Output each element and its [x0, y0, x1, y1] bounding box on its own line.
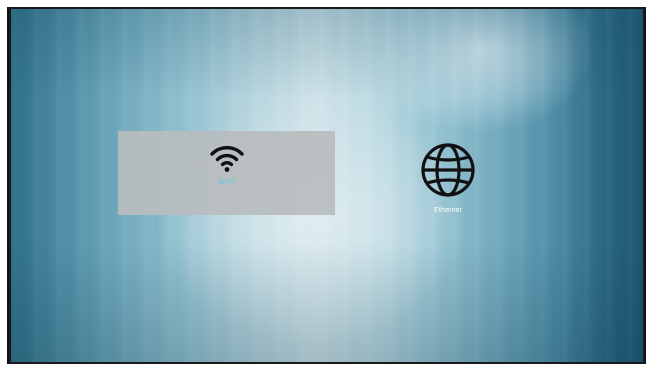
ethernet-option-label: Ethernet: [433, 207, 463, 214]
ethernet-option-button[interactable]: Ethernet: [405, 131, 491, 215]
wifi-option-button[interactable]: Wi-Fi: [118, 131, 335, 215]
globe-icon: [419, 141, 477, 199]
wifi-option-label: Wi-Fi: [217, 179, 236, 186]
background-bottom-shade: [11, 242, 643, 362]
network-selection-screen: Wi-Fi Ethernet: [9, 7, 645, 364]
wifi-icon: [209, 143, 244, 173]
